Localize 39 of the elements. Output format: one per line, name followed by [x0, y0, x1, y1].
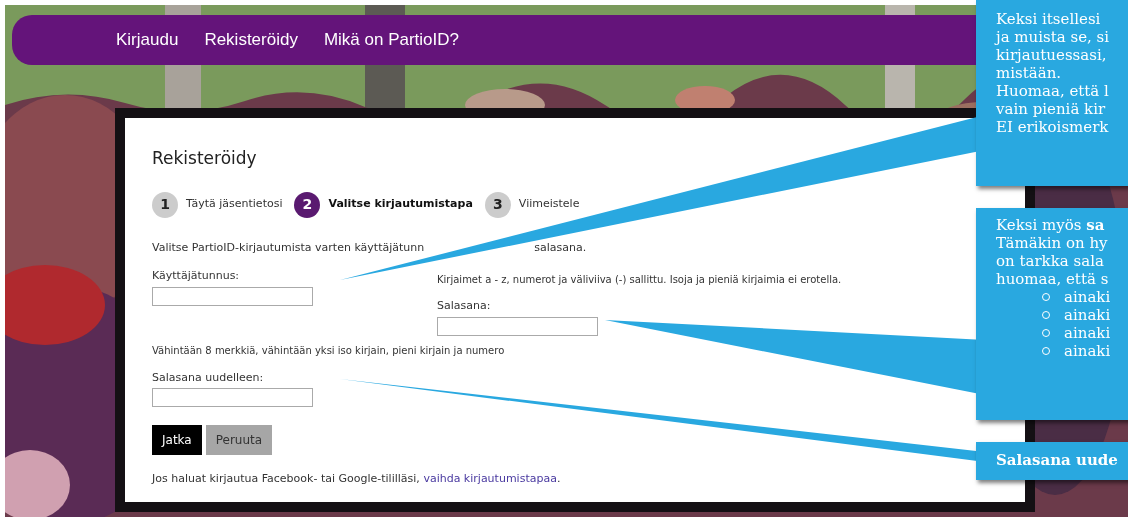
callout-text: Salasana uude	[996, 451, 1119, 469]
callout-text: Keksi myös sa	[996, 216, 1106, 234]
callout-text: ainaki	[1064, 306, 1111, 324]
callout-text: mistään.	[996, 64, 1063, 82]
callout-text: ja muista se, si	[996, 28, 1111, 46]
callout-text: ainaki	[1064, 342, 1111, 360]
callout-text: Tämäkin on hy	[996, 234, 1109, 252]
field-label: Salasana uudelleen:	[152, 369, 265, 386]
field-label: Salasana:	[437, 298, 492, 314]
hint-text: Kirjaimet a - z, numerot ja väliviiva (-) sallittu. Isoja ja pieniä kirjaimia ei erotella.	[437, 273, 842, 287]
nav-link[interactable]: Rekisteröidy	[204, 27, 298, 53]
callout-text: ainaki	[1064, 324, 1111, 342]
step-label: Valitse kirjautumistapa	[328, 196, 473, 213]
instruction-text: salasana.	[534, 239, 587, 256]
nav-link[interactable]: Kirjaudu	[116, 27, 179, 53]
callout-text: ainaki	[1064, 288, 1111, 306]
callout-text: Keksi itsellesi	[996, 10, 1102, 28]
cancel-button[interactable]: Peruuta	[205, 425, 273, 455]
step-label: Viimeistele	[518, 196, 580, 213]
step-number: 1	[152, 191, 178, 218]
callout-text: kirjautuessasi,	[996, 46, 1108, 64]
nav-link[interactable]: Mikä on PartioID?	[323, 27, 460, 53]
field-label: Käyttäjätunnus:	[152, 268, 241, 284]
instruction-text: Valitse PartioID-kirjautumista varten käyttäjätunn	[152, 239, 425, 256]
callout-text: vain pieniä kir	[996, 100, 1107, 118]
callout-text: on tarkka sala	[996, 252, 1105, 270]
step-number: 2	[294, 191, 321, 218]
hint-text: Vähintään 8 merkkiä, vähintään yksi iso kirjain, pieni kirjain ja numero	[152, 343, 506, 358]
input-field[interactable]	[437, 316, 598, 336]
continue-button[interactable]: Jatka	[152, 425, 202, 455]
step-number: 3	[484, 191, 511, 218]
page-title: Rekisteröidy	[152, 147, 258, 170]
input-field[interactable]	[152, 286, 313, 306]
callout-text: huomaa, että s	[996, 270, 1110, 288]
step-label: Täytä jäsentietosi	[186, 196, 283, 213]
callout-text: Huomaa, että l	[996, 82, 1110, 100]
input-field[interactable]	[152, 388, 313, 407]
change-method-link[interactable]: vaihda kirjautumistapaa	[423, 472, 557, 485]
callout-text: EI erikoismerk	[996, 118, 1110, 136]
